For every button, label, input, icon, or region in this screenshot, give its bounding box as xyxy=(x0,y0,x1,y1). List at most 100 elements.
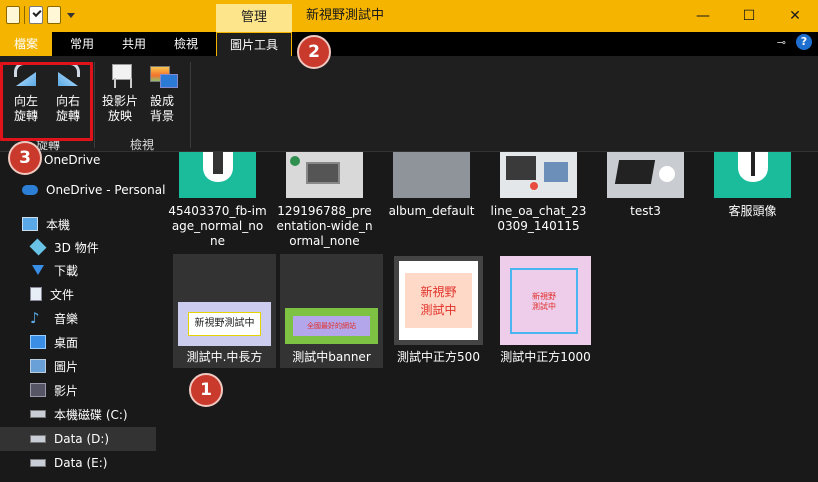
tab-view[interactable]: 檢視 xyxy=(160,32,212,56)
nav-item-documents[interactable]: 文件 xyxy=(0,282,156,306)
tab-picture-tools[interactable]: 圖片工具 xyxy=(216,32,292,56)
chevron-down-icon[interactable] xyxy=(67,12,75,18)
nav-item-label: OneDrive xyxy=(44,153,101,167)
nav-item-label: 影片 xyxy=(54,383,79,398)
thumbnail xyxy=(179,152,256,198)
nav-item-label: 本機 xyxy=(46,217,71,232)
callout-3: 3 xyxy=(8,141,42,175)
file-item[interactable]: 新視野 測試中 測試中正方1000 xyxy=(494,254,597,368)
thumbnail xyxy=(500,152,577,198)
nav-item-label: 圖片 xyxy=(54,359,79,374)
nav-item-videos[interactable]: 影片 xyxy=(0,378,156,402)
drive-icon xyxy=(30,459,46,467)
nav-item-drive-c[interactable]: 本機磁碟 (C:) xyxy=(0,402,156,426)
navigation-pane: OneDrive OneDrive - Personal 本機 3D 物件 下載… xyxy=(0,152,165,482)
set-background-label-1: 設成 xyxy=(149,94,174,108)
slideshow-label-2: 放映 xyxy=(107,109,132,123)
thumbnail: 新視野測試中 xyxy=(178,302,271,346)
download-icon xyxy=(30,263,46,277)
file-name: 129196788_pre entation-wide_n ormal_none xyxy=(276,204,373,248)
file-item[interactable]: line_oa_chat_23 0309_140115 xyxy=(487,152,590,244)
nav-item-label: 桌面 xyxy=(54,335,79,350)
manage-context-tab[interactable]: 管理 xyxy=(216,4,292,32)
ribbon-tabs: 檔案 常用 共用 檢視 圖片工具 ⊸ ? xyxy=(0,32,818,56)
window-title: 新視野測試中 xyxy=(306,8,385,23)
nav-item-music[interactable]: ♪ 音樂 xyxy=(0,306,156,330)
file-item[interactable]: 129196788_pre entation-wide_n ormal_none xyxy=(273,152,376,248)
thumbnail: 全國最好的網站 xyxy=(285,308,378,344)
file-item[interactable]: 全國最好的網站 測試中banner xyxy=(280,254,383,368)
title-bar: 管理 新視野測試中 — ☐ ✕ xyxy=(0,0,818,32)
cloud-icon xyxy=(22,185,38,195)
file-name: album_default xyxy=(388,204,475,218)
nav-item-label: Data (D:) xyxy=(54,432,110,446)
slideshow-label-1: 投影片 xyxy=(101,94,138,108)
file-name: test3 xyxy=(630,204,661,218)
new-folder-icon[interactable] xyxy=(47,6,61,24)
minimize-button[interactable]: — xyxy=(680,0,726,32)
folder-icon[interactable] xyxy=(6,6,20,24)
tab-share[interactable]: 共用 xyxy=(108,32,160,56)
thumbnail: 新視野 測試中 xyxy=(500,256,591,345)
drive-icon xyxy=(30,435,46,443)
nav-item-onedrive-personal[interactable]: OneDrive - Personal xyxy=(0,178,165,202)
nav-item-label: Data (E:) xyxy=(54,456,108,470)
videos-icon xyxy=(30,383,46,397)
nav-item-this-pc[interactable]: 本機 xyxy=(0,212,156,236)
ribbon-body: 向左 旋轉 向右 旋轉 旋轉 投影片 放映 設成 背景 檢視 xyxy=(0,56,818,152)
tab-file[interactable]: 檔案 xyxy=(0,32,52,56)
group-separator xyxy=(94,62,95,148)
nav-item-label: 3D 物件 xyxy=(54,240,99,255)
group-separator xyxy=(190,62,191,148)
nav-item-downloads[interactable]: 下載 xyxy=(0,258,156,282)
projector-icon xyxy=(104,62,136,90)
file-item-selected[interactable]: 新視野測試中 測試中.中長方 xyxy=(173,254,276,368)
file-item[interactable]: 客服頭像 xyxy=(701,152,804,244)
file-name: 45403370_fb-im age_normal_no ne xyxy=(168,204,267,248)
tab-home[interactable]: 常用 xyxy=(56,32,108,56)
nav-item-drive-e[interactable]: Data (E:) xyxy=(0,451,156,475)
nav-item-3d-objects[interactable]: 3D 物件 xyxy=(0,235,156,259)
help-icon[interactable]: ? xyxy=(796,34,812,50)
file-name: 測試中banner xyxy=(292,350,371,364)
set-background-button[interactable]: 設成 背景 xyxy=(142,62,182,124)
file-item[interactable]: test3 xyxy=(594,152,697,244)
file-item[interactable]: 45403370_fb-im age_normal_no ne xyxy=(166,152,269,248)
document-icon xyxy=(30,287,42,301)
thumbnail xyxy=(286,152,363,198)
ribbon-right-controls: ⊸ ? xyxy=(777,34,812,50)
cube-icon xyxy=(29,238,47,256)
callout-1: 1 xyxy=(189,373,223,407)
drive-icon xyxy=(30,410,46,418)
nav-item-label: 下載 xyxy=(54,263,79,278)
desktop-icon xyxy=(30,335,46,349)
desktop-background-icon xyxy=(146,62,178,90)
computer-icon xyxy=(22,217,38,231)
file-item[interactable]: album_default xyxy=(380,152,483,244)
nav-item-label: 文件 xyxy=(50,287,75,302)
file-name: 測試中正方1000 xyxy=(500,350,591,364)
nav-item-desktop[interactable]: 桌面 xyxy=(0,330,156,354)
file-item[interactable]: 新視野 測試中 測試中正方500 xyxy=(387,254,490,368)
file-name: 客服頭像 xyxy=(728,204,777,218)
maximize-button[interactable]: ☐ xyxy=(726,0,772,32)
slideshow-button[interactable]: 投影片 放映 xyxy=(100,62,140,124)
file-name: 測試中.中長方 xyxy=(186,350,263,364)
thumbnail xyxy=(607,152,684,198)
quick-access-toolbar xyxy=(6,6,75,24)
close-button[interactable]: ✕ xyxy=(772,0,818,32)
set-background-label-2: 背景 xyxy=(149,109,174,123)
nav-item-label: OneDrive - Personal xyxy=(46,183,166,197)
toolbar-separator xyxy=(24,6,25,24)
pin-icon[interactable]: ⊸ xyxy=(777,36,786,49)
callout-2: 2 xyxy=(297,35,331,69)
properties-icon[interactable] xyxy=(29,6,43,24)
rotate-highlight-box xyxy=(0,62,93,141)
nav-item-label: 音樂 xyxy=(54,311,79,326)
thumbnail xyxy=(393,152,470,198)
nav-item-pictures[interactable]: 圖片 xyxy=(0,354,156,378)
file-name: line_oa_chat_23 0309_140115 xyxy=(490,204,587,233)
thumbnail xyxy=(714,152,791,198)
nav-item-drive-d[interactable]: Data (D:) xyxy=(0,427,156,451)
nav-item-label: 本機磁碟 (C:) xyxy=(54,407,128,422)
